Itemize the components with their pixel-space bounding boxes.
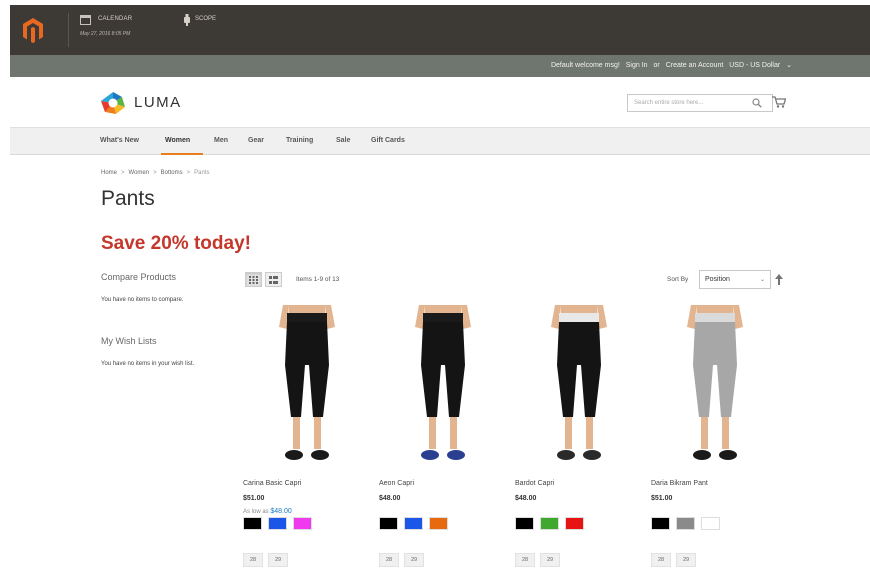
product-image[interactable]	[651, 305, 779, 470]
as-low-as-value: $48.00	[270, 508, 292, 515]
breadcrumb-separator: >	[121, 170, 125, 176]
calendar-label[interactable]: CALENDAR	[98, 16, 132, 22]
search-icon[interactable]	[752, 98, 762, 108]
scope-label[interactable]: SCOPE	[195, 16, 216, 22]
size-option[interactable]: 28	[515, 553, 535, 567]
sort-by-select[interactable]: Position ⌄	[699, 270, 771, 289]
breadcrumb: Home > Women > Bottoms > Pants	[101, 170, 210, 176]
size-option[interactable]: 29	[676, 553, 696, 567]
color-swatch[interactable]	[565, 517, 584, 530]
size-option[interactable]: 28	[379, 553, 399, 567]
nav-item-whats-new[interactable]: What's New	[100, 137, 139, 144]
wishlist-text: You have no items in your wish list.	[101, 361, 195, 367]
product-item[interactable]: Daria Bikram Pant $51.00 28 29	[651, 305, 779, 567]
main-navigation: What's New Women Men Gear Training Sale …	[10, 127, 870, 155]
product-image[interactable]	[243, 305, 371, 470]
magento-logo-icon	[23, 18, 43, 43]
product-image[interactable]	[515, 305, 643, 470]
breadcrumb-separator: >	[186, 170, 191, 176]
grid-icon	[249, 276, 258, 284]
color-swatch[interactable]	[268, 517, 287, 530]
product-price: $48.00	[379, 495, 401, 502]
product-price: $51.00	[243, 495, 265, 502]
list-icon	[269, 276, 278, 284]
nav-item-men[interactable]: Men	[214, 137, 228, 144]
chevron-down-icon[interactable]: ⌄	[784, 62, 792, 69]
as-low-as-price: As low as $48.00	[243, 508, 292, 515]
sort-by-value: Position	[705, 276, 730, 283]
breadcrumb-women[interactable]: Women	[129, 170, 150, 176]
color-swatch[interactable]	[540, 517, 559, 530]
or-text: or	[653, 62, 660, 69]
logo-text[interactable]: LUMA	[134, 94, 182, 111]
color-swatch[interactable]	[676, 517, 695, 530]
nav-item-women[interactable]: Women	[165, 137, 190, 144]
toolbar-amount: Items 1-9 of 13	[296, 276, 340, 283]
product-item[interactable]: Carina Basic Capri $51.00 As low as $48.…	[243, 305, 371, 567]
color-swatch[interactable]	[429, 517, 448, 530]
nav-item-training[interactable]: Training	[286, 137, 313, 144]
size-option[interactable]: 28	[651, 553, 671, 567]
list-view-button[interactable]	[265, 272, 282, 287]
breadcrumb-bottoms[interactable]: Bottoms	[161, 170, 183, 176]
admin-preview-bar: CALENDAR May 27, 2016 8:05 PM SCOPE	[10, 5, 870, 55]
color-swatch[interactable]	[379, 517, 398, 530]
header-panel: Default welcome msg! Sign In or Create a…	[10, 55, 870, 77]
breadcrumb-current: Pants	[194, 170, 210, 176]
size-option[interactable]: 29	[404, 553, 424, 567]
color-swatch[interactable]	[243, 517, 262, 530]
product-image[interactable]	[379, 305, 507, 470]
as-low-as-label: As low as	[243, 509, 269, 515]
currency-switcher[interactable]: USD - US Dollar	[729, 62, 780, 69]
nav-item-sale[interactable]: Sale	[336, 137, 350, 144]
color-swatch[interactable]	[701, 517, 720, 530]
nav-item-gift-cards[interactable]: Gift Cards	[371, 137, 405, 144]
color-swatch[interactable]	[404, 517, 423, 530]
site-header: LUMA Search entire store here...	[10, 77, 870, 127]
preview-date: May 27, 2016 8:05 PM	[80, 31, 131, 37]
calendar-icon[interactable]	[80, 15, 91, 25]
panel-links: Default welcome msg! Sign In or Create a…	[547, 61, 792, 69]
color-swatch[interactable]	[651, 517, 670, 530]
page-title: Pants	[101, 187, 155, 210]
sort-by-label: Sort By	[667, 276, 689, 283]
color-swatch[interactable]	[515, 517, 534, 530]
luma-logo-icon[interactable]	[100, 91, 126, 115]
sort-direction-arrow-icon[interactable]	[775, 274, 783, 285]
grid-view-button[interactable]	[245, 272, 262, 287]
nav-active-indicator	[161, 153, 203, 155]
size-option[interactable]: 29	[268, 553, 288, 567]
color-swatch[interactable]	[293, 517, 312, 530]
product-name[interactable]: Aeon Capri	[379, 480, 414, 487]
create-account-link[interactable]: Create an Account	[666, 62, 724, 69]
product-name[interactable]: Bardot Capri	[515, 480, 554, 487]
size-option[interactable]: 28	[243, 553, 263, 567]
wishlist-title: My Wish Lists	[101, 336, 157, 346]
product-item[interactable]: Aeon Capri $48.00 28 29	[379, 305, 507, 567]
promo-banner: Save 20% today!	[101, 233, 251, 254]
size-option[interactable]: 29	[540, 553, 560, 567]
scope-icon[interactable]	[184, 14, 190, 26]
product-name[interactable]: Daria Bikram Pant	[651, 480, 708, 487]
breadcrumb-home[interactable]: Home	[101, 170, 117, 176]
sign-in-link[interactable]: Sign In	[626, 62, 648, 69]
compare-products-text: You have no items to compare.	[101, 297, 184, 303]
breadcrumb-separator: >	[153, 170, 157, 176]
compare-products-title: Compare Products	[101, 272, 177, 282]
welcome-message: Default welcome msg!	[550, 62, 620, 69]
chevron-down-icon: ⌄	[759, 277, 765, 283]
product-price: $48.00	[515, 495, 537, 502]
product-name[interactable]: Carina Basic Capri	[243, 480, 301, 487]
product-price: $51.00	[651, 495, 673, 502]
nav-item-gear[interactable]: Gear	[248, 137, 264, 144]
cart-icon[interactable]	[772, 96, 786, 108]
product-item[interactable]: Bardot Capri $48.00 28 29	[515, 305, 643, 567]
admin-divider	[68, 13, 69, 47]
